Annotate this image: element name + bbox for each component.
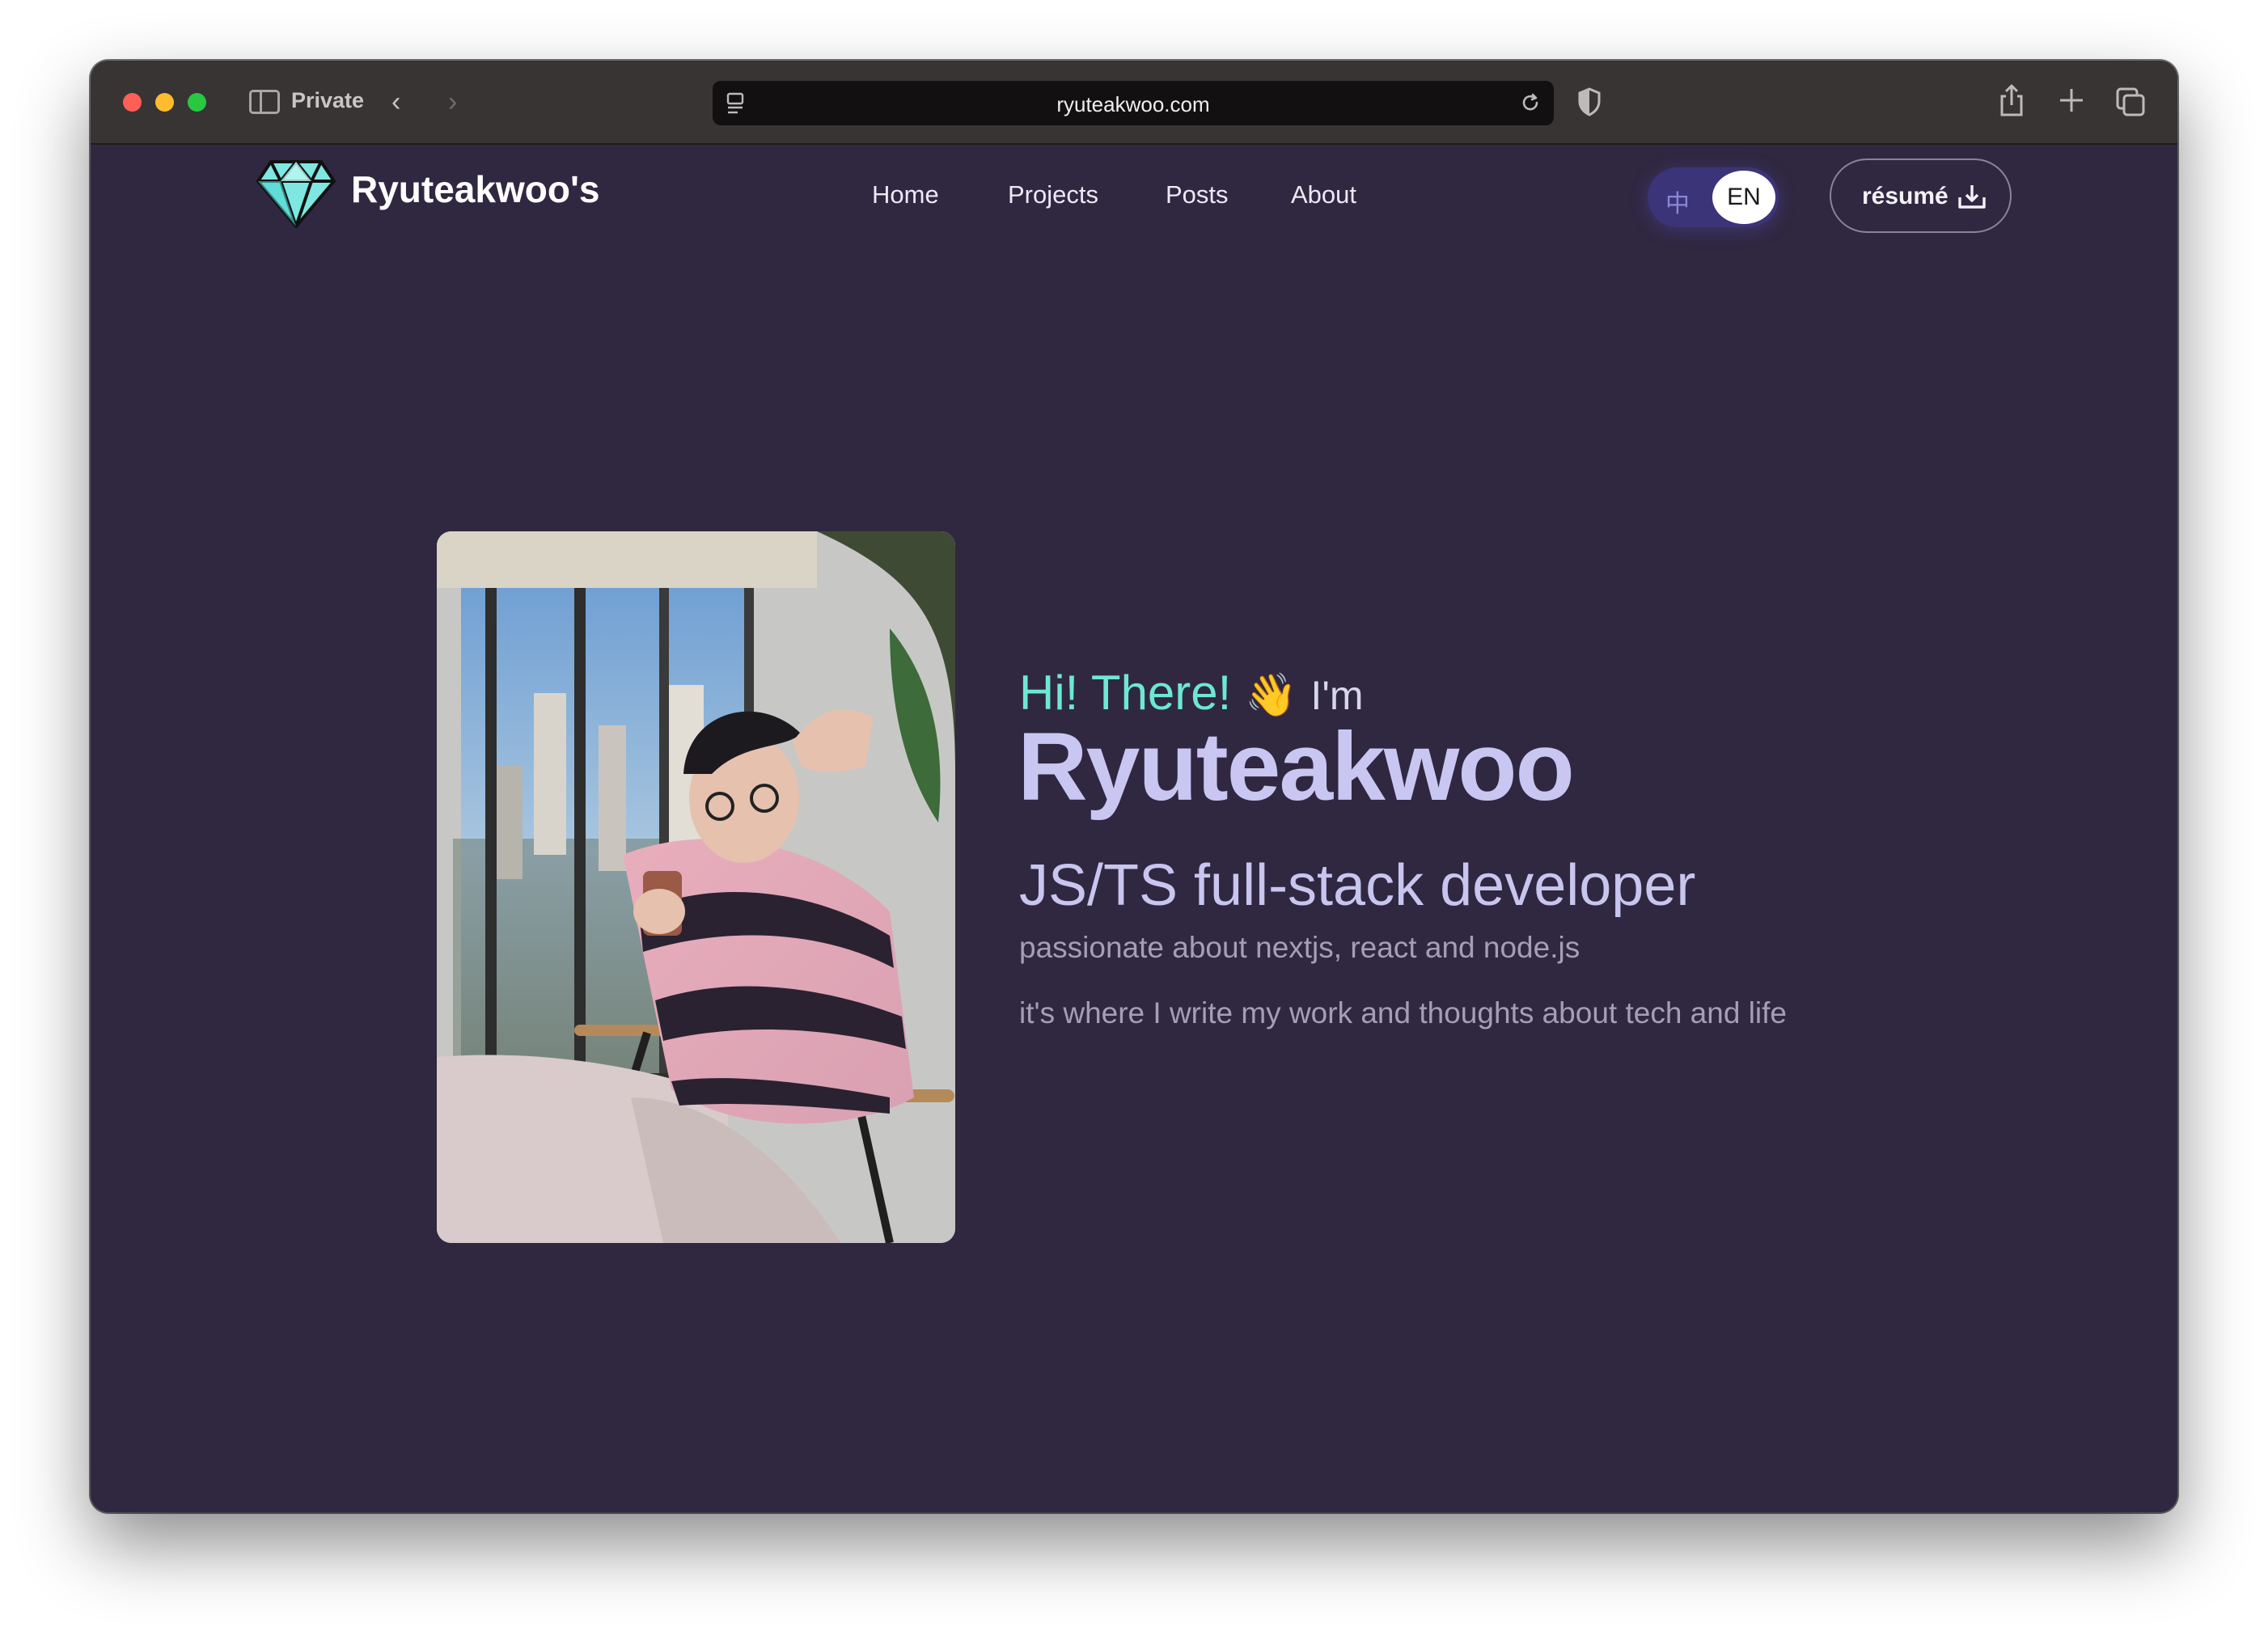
close-window-button[interactable]	[123, 93, 142, 112]
nav-projects[interactable]: Projects	[1008, 180, 1098, 209]
zoom-window-button[interactable]	[188, 93, 206, 112]
chevron-left-icon[interactable]: ‹	[391, 88, 400, 116]
lang-option-en[interactable]: EN	[1712, 171, 1775, 224]
nav-home[interactable]: Home	[872, 180, 939, 209]
nav-posts[interactable]: Posts	[1166, 180, 1229, 209]
profile-photo	[437, 531, 955, 1243]
chevron-right-icon[interactable]: ›	[448, 88, 457, 116]
profile-photo-illustration	[437, 531, 955, 1243]
minimize-window-button[interactable]	[155, 93, 174, 112]
hero-role: JS/TS full-stack developer	[1019, 853, 1696, 918]
address-bar[interactable]: ryuteakwoo.com	[713, 81, 1554, 125]
sidebar-icon[interactable]	[249, 90, 280, 114]
site-logo-text[interactable]: Ryuteakwoo's	[351, 167, 599, 211]
resume-label: résumé	[1862, 183, 1949, 209]
hero-description-1: passionate about nextjs, react and node.…	[1019, 931, 1580, 964]
browser-window: Private ‹ › ryuteakwoo.com Ryuteakwoo's …	[91, 61, 2177, 1512]
private-label: Private	[291, 88, 365, 112]
url-text: ryuteakwoo.com	[1056, 92, 1210, 116]
lang-option-zh[interactable]: 中	[1665, 184, 1690, 219]
hero-name: Ryuteakwoo	[1018, 712, 1575, 821]
browser-toolbar: Private ‹ › ryuteakwoo.com	[91, 61, 2177, 145]
hero-description-2: it's where I write my work and thoughts …	[1019, 996, 1787, 1030]
shield-icon[interactable]	[1576, 87, 1602, 117]
resume-download-button[interactable]: résumé	[1830, 159, 2012, 233]
language-toggle[interactable]: 中 EN	[1648, 167, 1779, 227]
nav-about[interactable]: About	[1291, 180, 1356, 209]
reload-icon[interactable]	[1518, 91, 1542, 115]
download-icon	[1958, 185, 1986, 209]
tabs-icon[interactable]	[2115, 87, 2146, 117]
page-content: Ryuteakwoo's Home Projects Posts About 中…	[91, 145, 2177, 1512]
share-icon[interactable]	[1998, 83, 2025, 117]
plus-icon[interactable]	[2058, 87, 2085, 114]
diamond-logo-icon[interactable]	[256, 157, 336, 228]
